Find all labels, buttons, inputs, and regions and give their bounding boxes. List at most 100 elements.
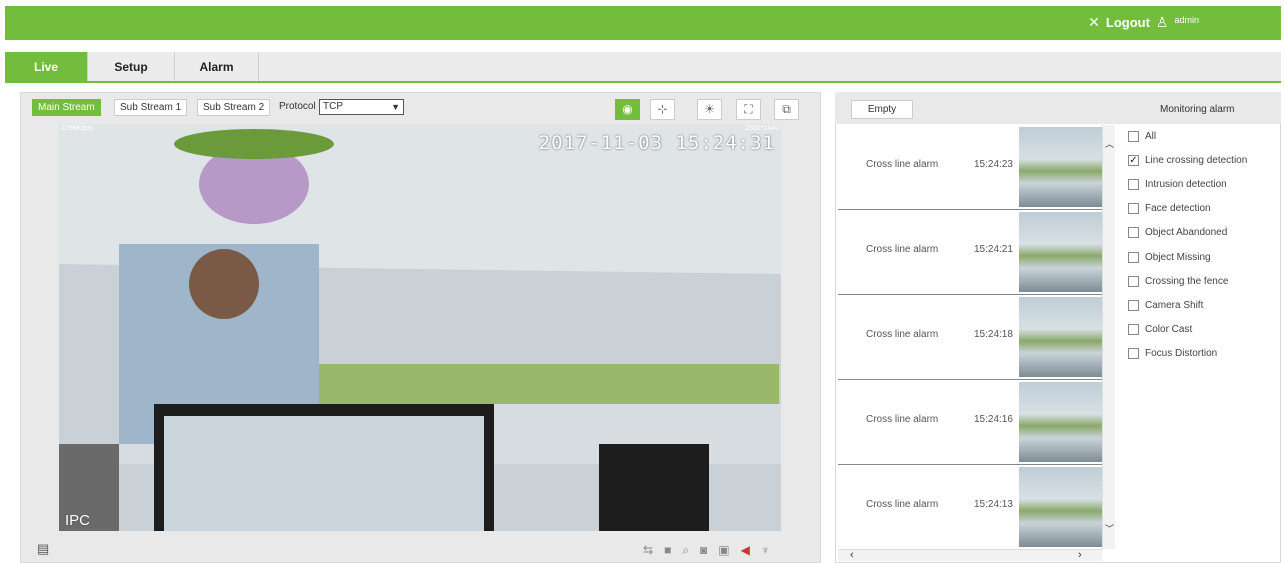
ptz-button[interactable]: ⊹: [650, 99, 675, 120]
zoom-icon[interactable]: ⌕: [682, 543, 689, 558]
play-stop-button[interactable]: ◉: [615, 99, 640, 120]
alarm-time: 15:24:13: [974, 499, 1013, 510]
windows-icon: ⧉: [782, 102, 791, 116]
filter-label: Object Missing: [1145, 251, 1211, 263]
empty-button[interactable]: Empty: [851, 100, 913, 119]
checkbox[interactable]: [1128, 227, 1139, 239]
checkbox[interactable]: [1128, 130, 1139, 142]
filter-label: Object Abandoned: [1145, 227, 1228, 239]
checkbox[interactable]: [1128, 299, 1139, 311]
fullscreen-icon: ⛶: [744, 102, 753, 116]
alarm-time: 15:24:23: [974, 159, 1013, 170]
alarm-list-horizontal-scrollbar[interactable]: ‹ ›: [838, 549, 1102, 561]
alarm-name: Cross line alarm: [866, 414, 939, 425]
filter-label: Crossing the fence: [1145, 275, 1229, 287]
checkbox[interactable]: [1128, 178, 1139, 190]
tab-alarm[interactable]: Alarm: [175, 52, 259, 81]
alarm-panel-title: Monitoring alarm: [1160, 104, 1235, 115]
chevron-right-icon[interactable]: ›: [1078, 549, 1082, 561]
alarm-row[interactable]: Cross line alarm 15:24:13: [838, 465, 1102, 549]
filter-intrusion[interactable]: Intrusion detection: [1118, 172, 1278, 196]
protocol-value: TCP: [323, 101, 343, 112]
snapshot-icon[interactable]: ◙: [700, 543, 707, 558]
microphone-icon[interactable]: ♆: [761, 543, 770, 558]
main-tabs: Live Setup Alarm: [5, 52, 1281, 83]
chevron-down-icon: ▼: [391, 102, 400, 112]
crosshair-icon: ⊹: [657, 102, 668, 116]
checkbox[interactable]: [1128, 348, 1139, 360]
filter-face[interactable]: Face detection: [1118, 197, 1278, 221]
filter-line-crossing[interactable]: ✓ Line crossing detection: [1118, 148, 1278, 172]
main-stream-button[interactable]: Main Stream: [32, 99, 101, 116]
filter-all[interactable]: All: [1118, 124, 1278, 148]
alarm-row[interactable]: Cross line alarm 15:24:21: [838, 210, 1102, 295]
checkbox[interactable]: ✓: [1128, 154, 1139, 166]
checkbox[interactable]: [1128, 275, 1139, 287]
alarm-time: 15:24:18: [974, 329, 1013, 340]
video-frame: [59, 124, 781, 531]
filter-label: All: [1145, 130, 1157, 142]
alarm-row[interactable]: Cross line alarm 15:24:23: [838, 125, 1102, 210]
tab-live[interactable]: Live: [5, 52, 88, 81]
sub-stream-2-button[interactable]: Sub Stream 2: [197, 99, 271, 116]
filter-object-abandoned[interactable]: Object Abandoned: [1118, 221, 1278, 245]
ptz-control-icon[interactable]: ⇆: [643, 543, 653, 558]
filter-label: Color Cast: [1145, 324, 1193, 336]
chevron-down-icon[interactable]: ﹀: [1105, 522, 1114, 535]
protocol-label: Protocol: [279, 101, 316, 112]
filter-focus-distortion[interactable]: Focus Distortion: [1118, 342, 1278, 366]
filter-camera-shift[interactable]: Camera Shift: [1118, 293, 1278, 317]
video-toolbar: ⇆ ■ ⌕ ◙ ▣ ◀ ♆: [643, 543, 770, 558]
alarm-name: Cross line alarm: [866, 159, 939, 170]
chevron-left-icon[interactable]: ‹: [850, 549, 854, 561]
filter-object-missing[interactable]: Object Missing: [1118, 245, 1278, 269]
power-icon: ◉: [622, 102, 633, 116]
video-watermark: IPC: [65, 512, 91, 529]
filter-color-cast[interactable]: Color Cast: [1118, 318, 1278, 342]
alarm-thumbnail[interactable]: [1019, 127, 1102, 207]
video-timestamp: 2017-11-03 15:24:31: [538, 132, 775, 154]
alarm-time: 15:24:16: [974, 414, 1013, 425]
alarm-thumbnail[interactable]: [1019, 212, 1102, 292]
image-adjust-button[interactable]: ☀: [697, 99, 722, 120]
alarm-row[interactable]: Cross line alarm 15:24:18: [838, 295, 1102, 380]
filter-label: Face detection: [1145, 203, 1211, 215]
alarm-list-vertical-scrollbar[interactable]: ︿ ﹀: [1102, 125, 1115, 549]
protocol-select[interactable]: TCP ▼: [319, 99, 404, 115]
bitrate-overlay: 2258Kbps: [61, 125, 93, 132]
username: admin: [1174, 14, 1199, 25]
checkbox[interactable]: [1128, 324, 1139, 336]
fullscreen-button[interactable]: ⛶: [736, 99, 761, 120]
alarm-thumbnail[interactable]: [1019, 297, 1102, 377]
top-bar: ✕ Logout ♙ admin: [5, 6, 1281, 40]
playback-icon[interactable]: ▣: [718, 543, 729, 558]
filter-label: Intrusion detection: [1145, 178, 1227, 190]
audio-icon[interactable]: ◀: [741, 543, 750, 558]
alarm-row[interactable]: Cross line alarm 15:24:16: [838, 380, 1102, 465]
alarm-list[interactable]: Cross line alarm 15:24:23 Cross line ala…: [838, 125, 1102, 549]
header-actions: ✕ Logout ♙ admin: [1088, 14, 1199, 31]
checkbox[interactable]: [1128, 251, 1139, 263]
menu-icon[interactable]: ▤: [37, 541, 49, 557]
close-icon[interactable]: ✕: [1088, 14, 1100, 31]
filter-crossing-fence[interactable]: Crossing the fence: [1118, 269, 1278, 293]
tab-setup[interactable]: Setup: [88, 52, 175, 81]
filter-label: Camera Shift: [1145, 299, 1204, 311]
checkbox[interactable]: [1128, 203, 1139, 215]
video-player[interactable]: 2258Kbps 2560*1440 2017-11-03 15:24:31 I…: [59, 124, 781, 531]
filter-label: Focus Distortion: [1145, 348, 1218, 360]
alarm-filter-list: All ✓ Line crossing detection Intrusion d…: [1118, 124, 1278, 366]
resolution-overlay: 2560*1440: [745, 125, 779, 132]
alarm-thumbnail[interactable]: [1019, 382, 1102, 462]
window-mode-button[interactable]: ⧉: [774, 99, 799, 120]
user-icon: ♙: [1155, 14, 1169, 30]
alarm-name: Cross line alarm: [866, 499, 939, 510]
record-icon[interactable]: ■: [664, 543, 671, 558]
alarm-name: Cross line alarm: [866, 244, 939, 255]
alarm-time: 15:24:21: [974, 244, 1013, 255]
sub-stream-1-button[interactable]: Sub Stream 1: [114, 99, 188, 116]
chevron-up-icon[interactable]: ︿: [1105, 137, 1114, 150]
alarm-thumbnail[interactable]: [1019, 467, 1102, 547]
logout-link[interactable]: Logout: [1106, 15, 1150, 30]
brightness-icon: ☀: [704, 102, 715, 116]
